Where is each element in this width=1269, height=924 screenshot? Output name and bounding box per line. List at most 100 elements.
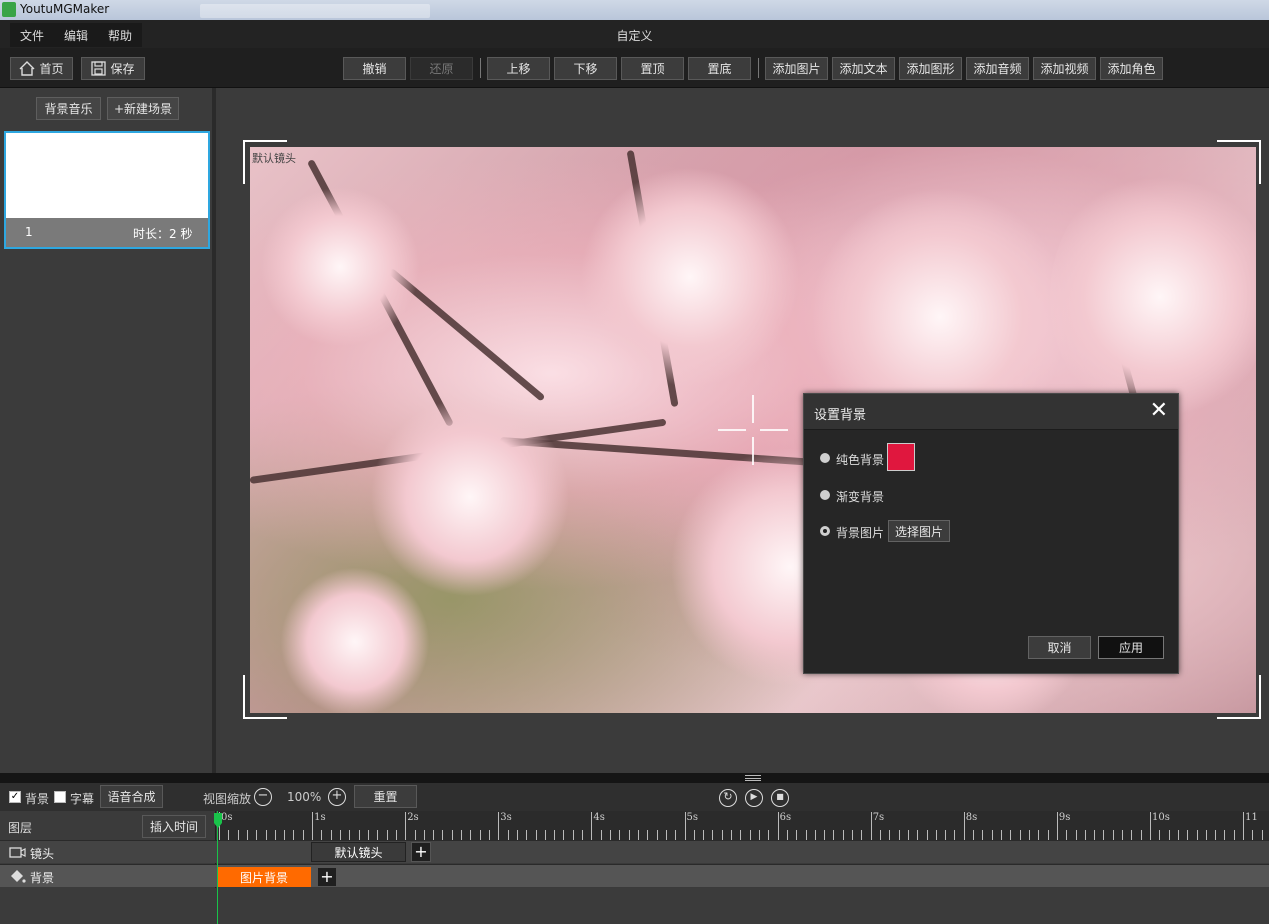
window-title-bar: YoutuMGMaker — [0, 0, 1269, 20]
move-up-button[interactable]: 上移 — [487, 57, 550, 80]
ruler-tick — [712, 830, 714, 840]
play-icon[interactable]: ▶ — [745, 789, 763, 807]
cancel-button[interactable]: 取消 — [1028, 636, 1091, 659]
home-icon — [19, 61, 35, 76]
ruler-tick — [610, 830, 612, 840]
dialog-header[interactable]: 设置背景 ✕ — [804, 394, 1178, 430]
ruler-tick — [917, 830, 919, 840]
ruler-tick — [535, 830, 537, 840]
frame-corner-bottom-right[interactable] — [1217, 675, 1261, 719]
scene-duration: 时长：2 秒 — [133, 227, 193, 241]
stop-icon[interactable]: ■ — [771, 789, 789, 807]
ruler-tick — [544, 830, 546, 840]
ruler-tick — [321, 830, 323, 840]
timeline-empty-area — [0, 888, 1269, 924]
redo-button[interactable]: 还原 — [410, 57, 473, 80]
home-button[interactable]: 首页 — [10, 57, 73, 80]
timeline-controls: ✓ 背景 字幕 语音合成 视图缩放 − 100% + 重置 ↻ ▶ ■ — [0, 783, 1269, 811]
menu-help[interactable]: 帮助 — [98, 23, 142, 47]
add-background-clip-icon[interactable]: + — [317, 867, 337, 887]
ruler-tick — [842, 830, 844, 840]
ruler-tick — [628, 830, 630, 840]
solid-background-label: 纯色背景 — [836, 453, 885, 467]
splitter-grip-icon[interactable] — [745, 775, 761, 781]
background-clip[interactable]: 图片背景 — [217, 867, 311, 887]
ruler-tick — [1131, 830, 1133, 840]
ruler-tick — [647, 830, 649, 840]
frame-corner-top-left[interactable] — [243, 140, 287, 184]
ruler-tick — [805, 830, 807, 840]
ruler-tick — [1028, 830, 1030, 840]
tts-button[interactable]: 语音合成 — [100, 785, 163, 808]
ruler-tick — [470, 830, 472, 840]
zoom-out-icon[interactable]: − — [254, 788, 272, 806]
ruler-tick — [945, 830, 947, 840]
ruler-tick — [870, 812, 872, 840]
replay-icon[interactable]: ↻ — [719, 789, 737, 807]
add-audio-button[interactable]: 添加音频 — [966, 57, 1029, 80]
layers-label: 图层 — [8, 821, 33, 835]
ruler-tick — [284, 830, 286, 840]
add-character-button[interactable]: 添加角色 — [1100, 57, 1163, 80]
ruler-tick — [852, 830, 854, 840]
undo-button[interactable]: 撤销 — [343, 57, 406, 80]
solid-color-swatch[interactable] — [887, 443, 915, 471]
move-down-button[interactable]: 下移 — [554, 57, 617, 80]
background-checkbox[interactable]: ✓ — [9, 791, 21, 803]
close-icon[interactable]: ✕ — [1150, 399, 1168, 423]
radio-image-background[interactable] — [820, 526, 830, 536]
ruler-label: 8s — [965, 812, 978, 823]
add-camera-clip-icon[interactable]: + — [411, 842, 431, 862]
toolbar: 首页 保存 撤销 还原 上移 下移 置顶 置底 添加图片 添加文本 添加图形 添… — [0, 48, 1269, 88]
ruler-tick — [703, 830, 705, 840]
ruler-tick — [963, 812, 965, 840]
ruler-label: 10s — [1152, 812, 1170, 823]
ruler-tick — [1094, 830, 1096, 840]
zoom-in-icon[interactable]: + — [328, 788, 346, 806]
scene-index: 1 — [25, 225, 33, 239]
ruler-tick — [395, 830, 397, 840]
background-music-button[interactable]: 背景音乐 — [36, 97, 101, 120]
subtitle-checkbox[interactable] — [54, 791, 66, 803]
app-title: YoutuMGMaker — [20, 2, 110, 16]
ruler-tick — [526, 830, 528, 840]
ruler-tick — [479, 830, 481, 840]
menu-file[interactable]: 文件 — [10, 23, 54, 47]
radio-gradient-background[interactable] — [820, 490, 830, 500]
ruler-tick — [833, 830, 835, 840]
add-video-button[interactable]: 添加视频 — [1033, 57, 1096, 80]
ruler-tick — [237, 830, 239, 840]
ruler-tick — [675, 830, 677, 840]
bring-to-top-button[interactable]: 置顶 — [621, 57, 684, 80]
ruler-label: 6s — [779, 812, 792, 823]
add-text-button[interactable]: 添加文本 — [832, 57, 895, 80]
choose-image-button[interactable]: 选择图片 — [888, 520, 950, 542]
add-image-button[interactable]: 添加图片 — [765, 57, 828, 80]
insert-time-button[interactable]: 插入时间 — [142, 815, 206, 838]
scene-thumbnail[interactable]: 1 时长：2 秒 — [4, 131, 210, 249]
panel-splitter[interactable] — [0, 773, 1269, 783]
ruler-tick — [898, 830, 900, 840]
ruler-tick — [377, 830, 379, 840]
ruler-tick — [1075, 830, 1077, 840]
reset-zoom-button[interactable]: 重置 — [354, 785, 417, 808]
save-button[interactable]: 保存 — [81, 57, 145, 80]
blossom-cluster — [260, 187, 420, 347]
ruler-tick — [1066, 830, 1068, 840]
radio-solid-background[interactable] — [820, 453, 830, 463]
apply-button[interactable]: 应用 — [1098, 636, 1164, 659]
menu-edit[interactable]: 编辑 — [54, 23, 98, 47]
timeline-ruler[interactable]: 0s 1s 2s 3s 4s 5s 6s 7s 8s 9s 10s 11 — [217, 811, 1269, 840]
ruler-tick — [721, 830, 723, 840]
send-to-bottom-button[interactable]: 置底 — [688, 57, 751, 80]
gradient-background-label: 渐变背景 — [836, 490, 885, 504]
camera-clip[interactable]: 默认镜头 — [311, 842, 406, 862]
add-shape-button[interactable]: 添加图形 — [899, 57, 962, 80]
playhead-handle-icon[interactable] — [213, 813, 223, 829]
frame-corner-bottom-left[interactable] — [243, 675, 287, 719]
ruler-tick — [1150, 812, 1151, 840]
ruler-tick — [619, 830, 621, 840]
frame-corner-top-right[interactable] — [1217, 140, 1261, 184]
new-scene-button[interactable]: +新建场景 — [107, 97, 179, 120]
ruler-tick — [516, 830, 518, 840]
